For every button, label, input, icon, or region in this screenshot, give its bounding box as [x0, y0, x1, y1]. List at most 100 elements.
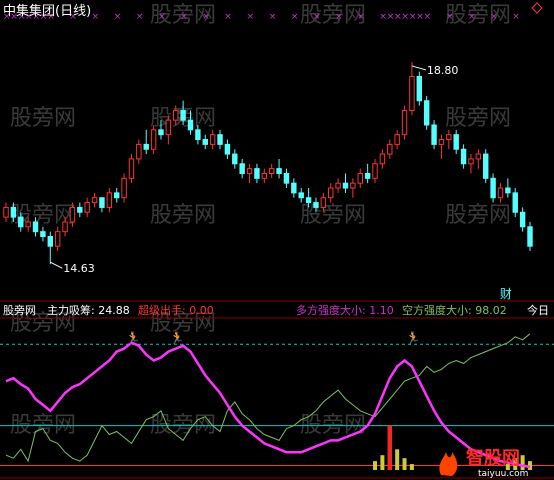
- candle-body: [276, 168, 282, 174]
- candle-body: [195, 129, 201, 141]
- candle-body: [298, 192, 304, 199]
- watermark: 股旁网: [300, 203, 366, 228]
- candle-body: [423, 100, 430, 126]
- volume-bar: [409, 464, 414, 470]
- candle-body: [187, 119, 194, 131]
- chart-background: [0, 0, 554, 480]
- signal-mark: ×: [490, 12, 498, 22]
- candle-body: [431, 124, 437, 145]
- runner-icon: 🏃: [170, 331, 185, 345]
- today-label: 今日: [527, 303, 549, 317]
- candle-body: [328, 187, 334, 199]
- candle-body: [505, 187, 511, 194]
- bull-strength-label: 多方强度大小: 1.10: [296, 303, 394, 317]
- candle-body: [246, 168, 253, 174]
- candle-body: [173, 109, 179, 121]
- stock-title: 中集集团(日线): [3, 3, 91, 19]
- candle-body: [121, 177, 127, 199]
- main-force-label: 主力吸筹: 24.88: [47, 303, 130, 317]
- candle-body: [387, 143, 393, 155]
- candle-body: [18, 216, 24, 228]
- candle-body: [460, 148, 467, 165]
- candle-body: [143, 143, 149, 150]
- candle-body: [490, 177, 496, 199]
- signal-mark: ×: [269, 12, 277, 22]
- candle-body: [409, 75, 415, 111]
- candle-body: [165, 119, 172, 136]
- signal-mark: ×: [136, 12, 144, 22]
- candle-body: [217, 134, 223, 145]
- signal-mark: ×: [313, 12, 321, 22]
- candle-body: [62, 221, 68, 233]
- super-strike-bar: [387, 425, 392, 470]
- candle-body: [313, 202, 319, 208]
- signal-mark: ×: [224, 12, 232, 22]
- candle-body: [320, 197, 327, 208]
- candle-body: [40, 231, 46, 238]
- candle-body: [84, 202, 90, 213]
- candle-body: [416, 75, 423, 102]
- candle-body: [438, 139, 445, 145]
- candle-body: [180, 109, 186, 121]
- candle-body: [475, 153, 482, 160]
- candle-body: [99, 197, 105, 208]
- candle-body: [512, 192, 518, 213]
- signal-mark: ×: [291, 12, 299, 22]
- volume-bar: [520, 455, 525, 470]
- signal-mark: ×: [512, 12, 520, 22]
- volume-bar: [402, 458, 407, 470]
- candle-body: [394, 134, 400, 145]
- signal-mark: ×: [424, 12, 432, 22]
- candle-body: [232, 153, 238, 165]
- candle-body: [372, 163, 378, 179]
- runner-icon: 🏃: [406, 331, 421, 345]
- signal-mark: ×: [92, 12, 100, 22]
- candle-body: [497, 187, 504, 199]
- candle-body: [202, 139, 208, 145]
- candle-body: [357, 172, 363, 184]
- candle-body: [453, 134, 459, 150]
- candle-body: [91, 197, 98, 204]
- brand-name: 智股网: [466, 447, 520, 469]
- candle-body: [401, 109, 408, 136]
- candle-body: [364, 172, 371, 179]
- candle-body: [150, 129, 157, 150]
- volume-bar: [373, 461, 378, 470]
- candle-body: [239, 163, 245, 174]
- candle-body: [305, 197, 312, 204]
- candle-body: [54, 231, 61, 247]
- candle-body: [113, 192, 120, 199]
- finance-marker-label[interactable]: 财: [500, 287, 512, 301]
- indicator-source-label: 股旁网: [3, 303, 36, 317]
- candle-body: [32, 221, 39, 233]
- stock-chart[interactable]: 股旁网 股旁网 股旁网 股旁网 股旁网 股旁网 股旁网 股旁网 股旁网 股旁网 …: [0, 0, 554, 480]
- candle-body: [128, 158, 135, 179]
- signal-mark: ×: [202, 12, 210, 22]
- watermark: 股旁网: [10, 106, 76, 131]
- candle-body: [291, 182, 297, 194]
- candle-body: [106, 192, 113, 208]
- candle-body: [268, 168, 275, 174]
- candle-body: [468, 158, 474, 165]
- candle-body: [10, 206, 17, 218]
- candle-body: [261, 172, 268, 179]
- candle-body: [47, 236, 53, 247]
- super-strike-label: 超级出手: 0.00: [138, 303, 214, 317]
- low-price-label: 14.63: [63, 262, 95, 275]
- candle-body: [446, 134, 452, 141]
- signal-mark: ×: [468, 12, 476, 22]
- signal-mark: ×: [247, 12, 255, 22]
- volume-bar: [380, 455, 385, 470]
- candle-body: [77, 206, 83, 213]
- watermark: 股旁网: [150, 203, 216, 228]
- watermark: 股旁网: [445, 3, 511, 28]
- candle-body: [209, 134, 216, 145]
- signal-mark: ×: [357, 12, 365, 22]
- watermark: 股旁网: [445, 203, 511, 228]
- candle-body: [283, 172, 290, 184]
- bear-strength-label: 空方强度大小: 98.02: [402, 303, 507, 317]
- signal-mark: ×: [335, 12, 343, 22]
- high-price-label: 18.80: [427, 64, 459, 77]
- candle-body: [519, 211, 526, 228]
- watermark: 股旁网: [300, 3, 366, 28]
